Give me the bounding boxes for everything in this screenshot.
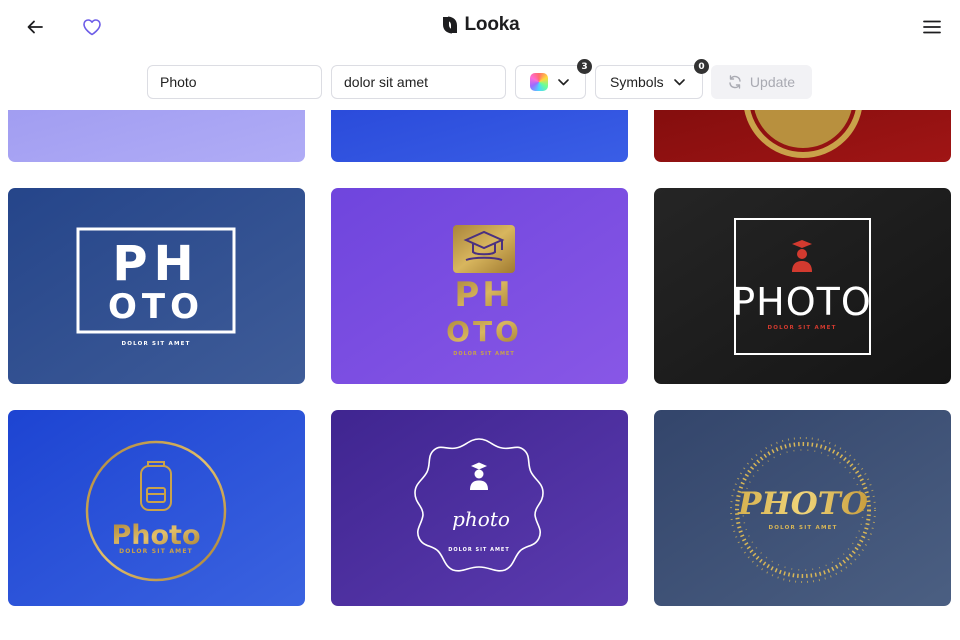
logo-text: photo xyxy=(452,507,510,531)
colors-dropdown[interactable] xyxy=(515,65,586,99)
logo-card-3[interactable]: PHOTO DOLOR SIT AMET xyxy=(654,188,951,384)
top-bar: Looka 3 Symbols 0 Update xyxy=(0,0,960,110)
company-name-input[interactable] xyxy=(160,74,309,90)
back-button[interactable] xyxy=(22,14,48,40)
logo-tagline: DOLOR SIT AMET xyxy=(768,525,837,531)
logo-tagline: DOLOR SIT AMET xyxy=(448,547,510,553)
logo-tagline: DOLOR SIT AMET xyxy=(121,341,190,347)
logo-text-line1: PH xyxy=(454,275,513,315)
looka-logo-icon xyxy=(442,16,457,34)
symbols-count-badge: 0 xyxy=(694,59,709,74)
company-name-field[interactable] xyxy=(147,65,322,99)
symbols-label: Symbols xyxy=(610,74,664,90)
logo-text-line2: OTO xyxy=(108,287,204,327)
update-label: Update xyxy=(749,74,796,90)
brand: Looka xyxy=(0,14,960,36)
logo-text-line1: PH xyxy=(112,236,199,292)
menu-button[interactable] xyxy=(918,14,946,40)
heart-icon xyxy=(83,19,101,36)
logo-text: Photo xyxy=(111,520,200,551)
logo-tagline: DOLOR SIT AMET xyxy=(767,325,836,331)
logo-card-1[interactable]: PH OTO DOLOR SIT AMET xyxy=(8,188,305,384)
colors-count-badge: 3 xyxy=(577,59,592,74)
logo-card-4[interactable]: Photo DOLOR SIT AMET xyxy=(8,410,305,606)
logo-card-6[interactable]: PHOTO DOLOR SIT AMET xyxy=(654,410,951,606)
brand-name[interactable]: Looka xyxy=(465,14,520,36)
update-button[interactable]: Update xyxy=(711,65,812,99)
logo-text-line2: OTO xyxy=(446,315,522,348)
logo-text: PHOTO xyxy=(732,280,872,324)
slogan-field[interactable] xyxy=(331,65,506,99)
color-palette-icon xyxy=(530,73,548,91)
hamburger-menu-icon xyxy=(923,20,941,34)
logo-tagline: DOLOR SIT AMET xyxy=(119,548,193,555)
logo-card-2[interactable]: PH OTO DOLOR SIT AMET xyxy=(331,188,628,384)
logo-tagline: DOLOR SIT AMET xyxy=(453,351,515,357)
slogan-input[interactable] xyxy=(344,74,493,90)
chevron-down-icon xyxy=(558,78,569,85)
refresh-icon xyxy=(729,75,741,89)
arrow-left-icon xyxy=(27,20,43,34)
favorite-button[interactable] xyxy=(79,14,105,40)
logo-card-5[interactable]: photo DOLOR SIT AMET xyxy=(331,410,628,606)
logo-text: PHOTO xyxy=(737,486,868,522)
symbols-dropdown[interactable]: Symbols xyxy=(595,65,703,99)
chevron-down-icon xyxy=(673,78,685,85)
